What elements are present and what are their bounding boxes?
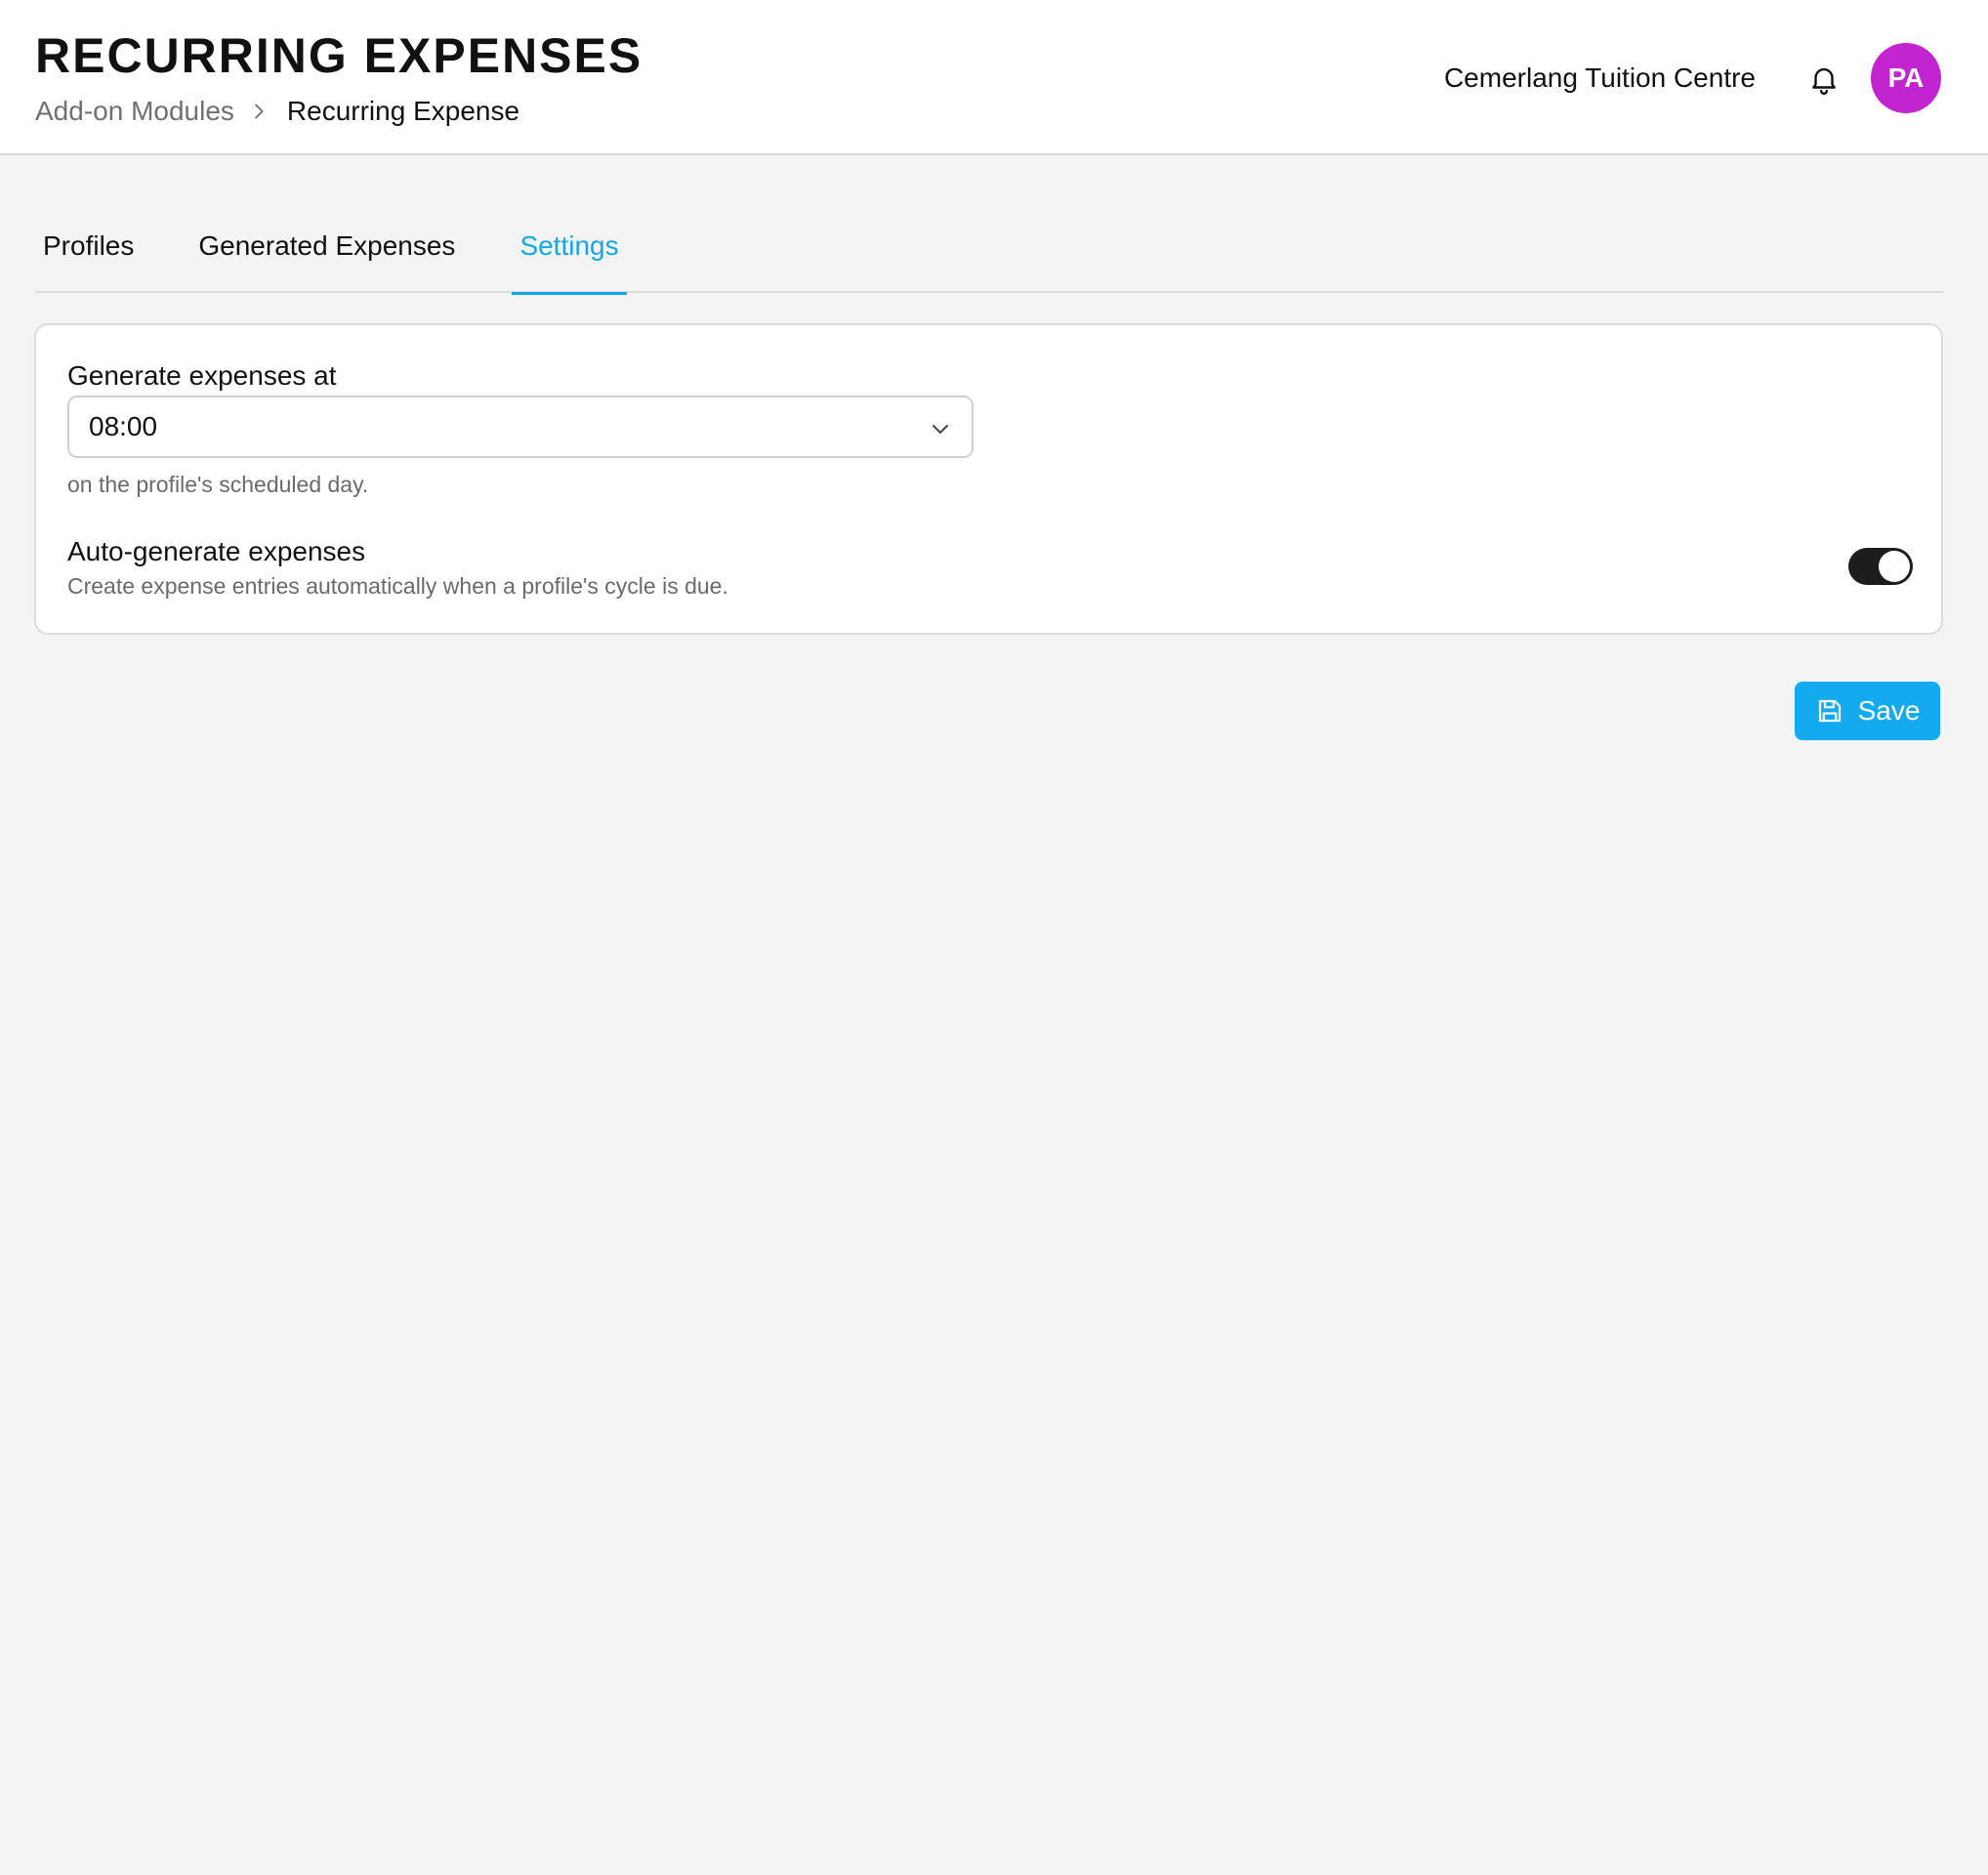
floppy-disk-icon [1818,699,1841,723]
tab-profiles[interactable]: Profiles [35,215,142,293]
chevron-right-icon [255,104,264,119]
save-button[interactable]: Save [1795,682,1940,740]
tab-bar: Profiles Generated Expenses Settings [35,215,1943,295]
breadcrumb-current: Recurring Expense [286,96,520,126]
bell-icon[interactable] [1807,62,1841,96]
auto-generate-description: Create expense entries automatically whe… [67,573,728,599]
tab-generated-expenses[interactable]: Generated Expenses [190,215,463,293]
settings-card: Generate expenses at 08:00 on the profil… [34,323,1943,635]
auto-generate-title: Auto-generate expenses [67,536,366,566]
breadcrumb: Add-on Modules Recurring Expense [35,96,519,127]
toggle-knob [1879,551,1910,582]
breadcrumb-add-on-modules[interactable]: Add-on Modules [35,96,234,127]
chevron-down-icon [932,425,948,434]
organization-name[interactable]: Cemerlang Tuition Centre [1444,62,1756,94]
generate-time-select[interactable]: 08:00 [67,396,973,458]
top-header: RECURRING EXPENSES Add-on Modules Recurr… [0,0,1988,155]
generate-time-helper: on the profile's scheduled day. [67,472,369,497]
generate-time-value: 08:00 [89,411,158,441]
auto-generate-toggle[interactable] [1848,548,1913,585]
avatar[interactable]: PA [1871,43,1941,113]
save-button-label: Save [1857,695,1921,726]
tab-settings[interactable]: Settings [512,215,627,295]
page-title: RECURRING EXPENSES [35,28,643,83]
generate-time-label: Generate expenses at [67,360,337,391]
